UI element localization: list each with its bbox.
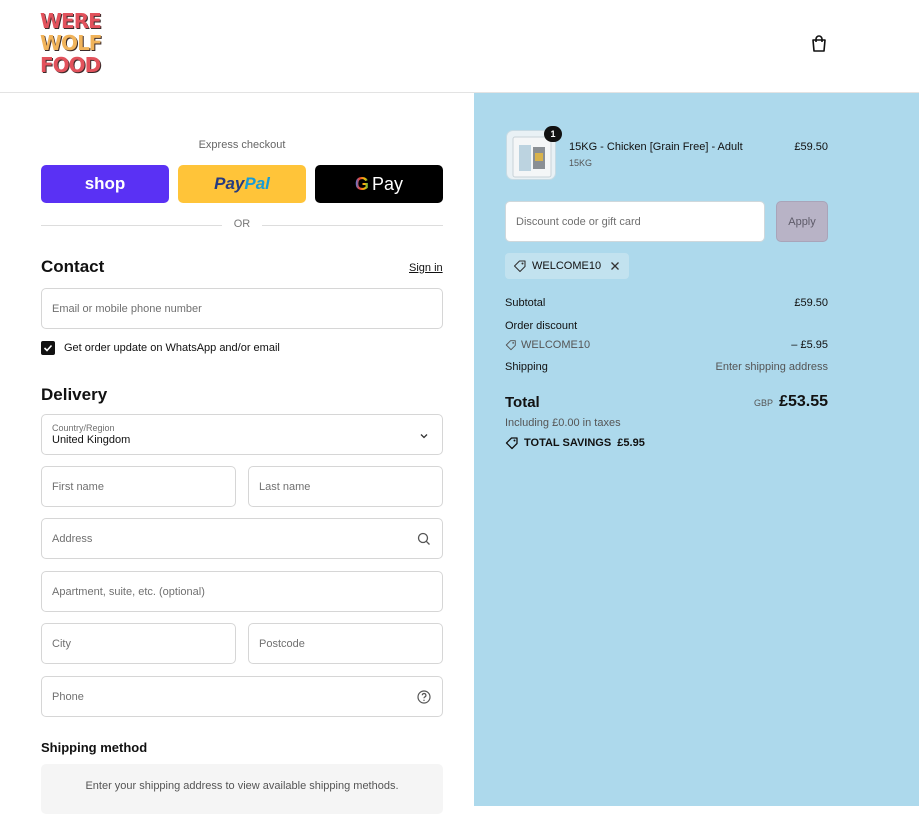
country-value: United Kingdom [52,433,131,446]
address-field[interactable]: Address [41,518,443,559]
subtotal-label: Subtotal [505,297,546,309]
first-name-placeholder: First name [52,480,104,493]
whatsapp-opt-in[interactable]: Get order update on WhatsApp and/or emai… [41,341,280,355]
order-discount-label: Order discount [505,320,578,332]
google-pay-button[interactable]: G Pay [315,165,443,203]
email-field[interactable]: Email or mobile phone number [41,288,443,329]
taxes-note: Including £0.00 in taxes [505,417,621,429]
discount-placeholder: Discount code or gift card [516,215,641,228]
total-value: GBP £53.55 [754,393,828,411]
product-name: 15KG - Chicken [Grain Free] - Adult [569,141,743,153]
paypal-label-pay: Pay [214,174,245,193]
phone-field[interactable]: Phone [41,676,443,717]
or-divider: OR [41,218,443,232]
paypal-label-pal: Pal [244,174,270,193]
tag-icon [505,437,518,450]
search-icon [417,532,430,545]
remove-discount-icon[interactable] [609,260,621,272]
logo-line-1: WERE [40,9,102,33]
logo-line-2: WOLF [40,31,102,55]
email-placeholder: Email or mobile phone number [52,302,202,315]
sign-in-link[interactable]: Sign in [409,262,443,274]
subtotal-value: £59.50 [794,297,828,309]
werewolf-food-logo[interactable]: WERE WOLF FOOD [40,10,104,78]
applied-code-label: WELCOME10 [532,260,602,272]
google-g-icon: G [354,173,369,194]
total-currency: GBP [754,398,774,408]
last-name-field[interactable]: Last name [248,466,443,507]
tag-icon [505,340,516,351]
total-savings-text: TOTAL SAVINGS £5.95 [524,437,645,449]
shipping-label: Shipping [505,361,548,373]
tag-icon [513,260,526,273]
address-placeholder: Address [52,532,93,545]
city-placeholder: City [52,637,71,650]
quantity-badge: 1 [544,126,562,142]
shipping-method-message: Enter your shipping address to view avai… [85,780,399,792]
order-discount-value: – £5.95 [791,339,828,351]
shop-pay-label: shop [84,174,126,193]
shopping-bag-icon[interactable] [809,34,829,54]
apply-discount-button[interactable]: Apply [776,201,828,242]
total-amount: £53.55 [779,393,828,410]
applied-discount-chip: WELCOME10 [505,253,630,279]
city-field[interactable]: City [41,623,236,664]
apartment-field[interactable]: Apartment, suite, etc. (optional) [41,571,443,612]
postcode-field[interactable]: Postcode [248,623,443,664]
logo-line-3: FOOD [40,53,101,77]
country-label: Country/Region [52,422,115,433]
order-discount-code: WELCOME10 [505,339,590,351]
country-select[interactable]: Country/Region United Kingdom [41,414,443,455]
shop-pay-button[interactable]: shop [41,165,169,203]
google-pay-label: Pay [371,173,404,194]
shipping-method-heading: Shipping method [41,740,148,755]
discount-code-input[interactable]: Discount code or gift card [505,201,765,242]
express-checkout-label: Express checkout [198,139,286,151]
total-label: Total [505,394,540,411]
whatsapp-label: Get order update on WhatsApp and/or emai… [64,342,280,354]
whatsapp-checkbox[interactable] [41,341,55,355]
product-price: £59.50 [794,141,828,153]
chevron-down-icon [420,434,428,439]
shipping-value: Enter shipping address [715,361,828,373]
phone-placeholder: Phone [52,690,84,703]
order-discount-code-label: WELCOME10 [521,339,591,351]
last-name-placeholder: Last name [259,480,311,493]
product-variant: 15KG [569,158,593,168]
total-savings: TOTAL SAVINGS £5.95 [505,436,645,450]
delivery-heading: Delivery [41,385,108,404]
first-name-field[interactable]: First name [41,466,236,507]
paypal-button[interactable]: Pay Pal [178,165,306,203]
shipping-method-placeholder: Enter your shipping address to view avai… [41,764,443,814]
postcode-placeholder: Postcode [259,637,305,650]
help-circle-icon[interactable] [416,689,432,705]
apply-label: Apply [788,215,816,228]
apartment-placeholder: Apartment, suite, etc. (optional) [52,585,205,598]
or-label: OR [233,218,251,230]
site-header: WERE WOLF FOOD [0,0,919,93]
check-icon [43,344,53,352]
contact-heading: Contact [41,257,105,276]
